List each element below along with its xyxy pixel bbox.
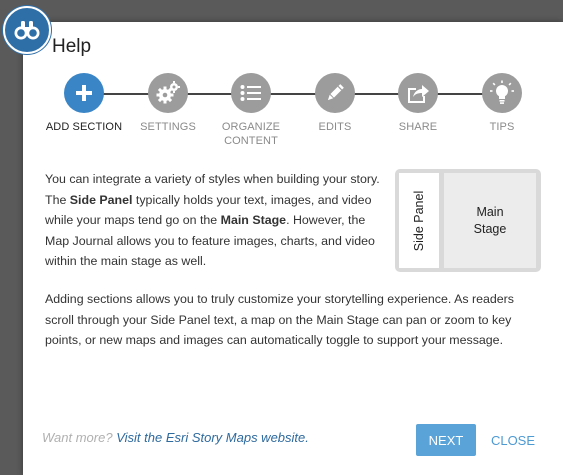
- step-label: SETTINGS: [140, 121, 196, 133]
- lightbulb-icon: [490, 80, 514, 104]
- step-circle: [231, 73, 271, 113]
- step-label: SHARE: [398, 121, 438, 133]
- layout-diagram: Side Panel Main Stage: [395, 169, 541, 272]
- plus-icon: [76, 85, 92, 101]
- step-label: TIPS: [489, 121, 515, 133]
- step-tips[interactable]: TIPS: [457, 73, 547, 134]
- side-panel-term: Side Panel: [69, 192, 133, 207]
- step-share[interactable]: SHARE: [373, 73, 463, 134]
- main-stage-label: Main Stage: [473, 204, 507, 236]
- step-label: ADD SECTION: [45, 121, 123, 133]
- intro-paragraph: You can integrate a variety of styles wh…: [45, 169, 380, 272]
- step-circle: [148, 73, 188, 113]
- story-maps-link[interactable]: Visit the Esri Story Maps website.: [116, 430, 309, 445]
- binoculars-icon: [14, 21, 40, 40]
- sections-paragraph: Adding sections allows you to truly cust…: [45, 292, 515, 347]
- main-stage-term: Main Stage: [220, 213, 287, 227]
- pencil-icon: [327, 84, 344, 101]
- side-panel-label: Side Panel: [412, 190, 426, 251]
- list-icon: [240, 85, 261, 101]
- step-settings[interactable]: SETTINGS: [123, 73, 213, 134]
- step-label: ORGANIZE CONTENT: [221, 121, 281, 147]
- share-icon: [408, 85, 429, 103]
- step-edits[interactable]: EDITS: [290, 73, 380, 134]
- step-organize-content[interactable]: ORGANIZE CONTENT: [206, 73, 296, 148]
- step-label: EDITS: [318, 121, 352, 133]
- footer-text: Want more? Visit the Esri Story Maps web…: [42, 430, 309, 445]
- dialog-title: Help: [52, 36, 92, 57]
- side-panel-box: Side Panel: [399, 173, 439, 268]
- step-circle: [315, 73, 355, 113]
- step-circle: [64, 73, 104, 113]
- footer-prompt: Want more?: [42, 430, 113, 445]
- gears-icon: [156, 81, 180, 104]
- next-button[interactable]: NEXT: [416, 424, 476, 456]
- close-button[interactable]: CLOSE: [486, 424, 540, 456]
- step-circle: [482, 73, 522, 113]
- main-stage-box: Main Stage: [444, 173, 536, 268]
- step-circle: [398, 73, 438, 113]
- app-logo: [3, 6, 51, 54]
- step-add-section[interactable]: ADD SECTION: [39, 73, 129, 134]
